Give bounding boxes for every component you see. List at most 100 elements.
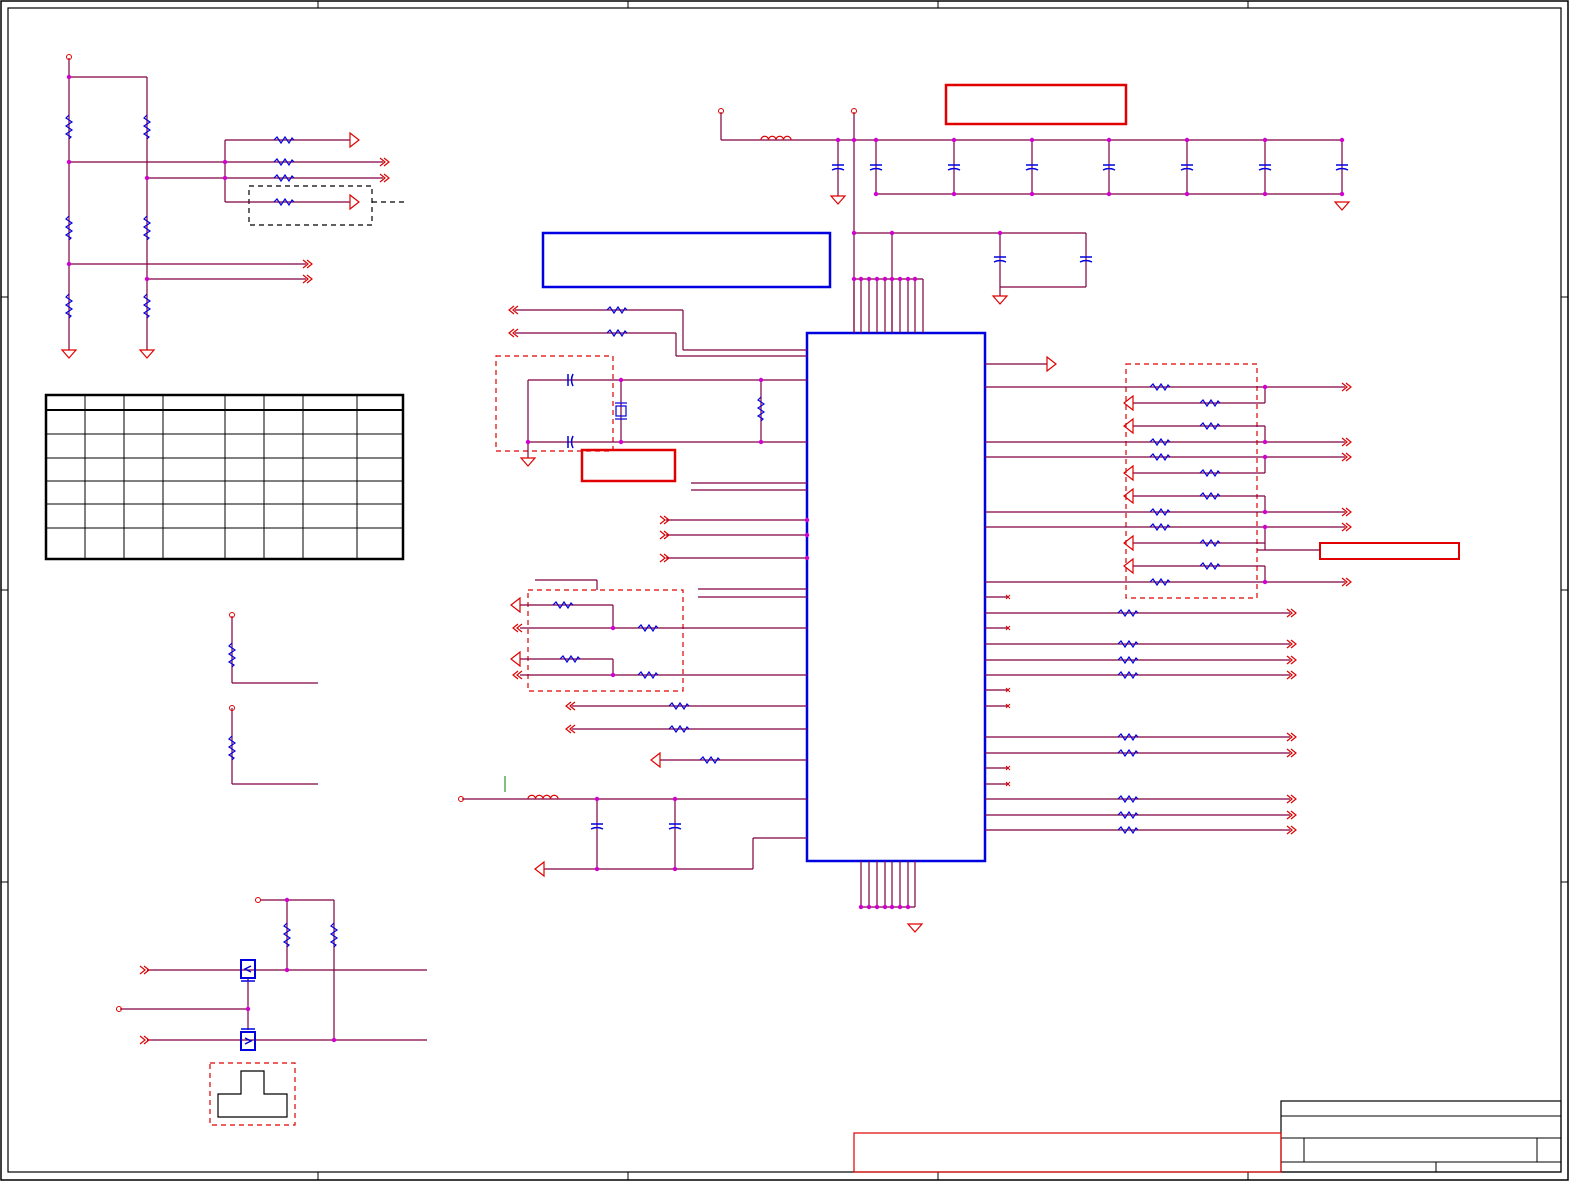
option-region-right <box>1125 363 1258 599</box>
junction-dot <box>866 904 872 910</box>
ground-icon <box>906 923 924 933</box>
junction-dot <box>997 230 1003 236</box>
net-arrow-icon <box>349 193 360 211</box>
ground-icon <box>1333 201 1351 211</box>
junction-dot <box>1184 137 1190 143</box>
power-port-icon <box>255 897 261 903</box>
junction-dot <box>804 517 810 523</box>
components-layer <box>60 54 1352 1051</box>
net-arrow-icon <box>510 596 521 614</box>
note-box-right <box>1319 542 1460 560</box>
junction-dot <box>1262 191 1268 197</box>
junction-dot <box>882 904 888 910</box>
net-arrow-icon <box>1123 487 1134 505</box>
net-arrow-icon <box>510 650 521 668</box>
junction-dot <box>866 276 872 282</box>
ic-right-nets <box>985 363 1345 831</box>
junction-dot <box>951 191 957 197</box>
ground-icon <box>60 349 78 359</box>
junction-dot <box>284 897 290 903</box>
pullup-sections <box>231 616 318 785</box>
junction-dot <box>758 377 764 383</box>
junction-dot <box>610 672 616 678</box>
junction-dot <box>594 866 600 872</box>
net-arrow-icon <box>650 751 661 769</box>
crystal-region <box>495 355 614 452</box>
ground-icon <box>138 349 156 359</box>
main-ic <box>805 331 987 863</box>
junction-dot <box>874 904 880 910</box>
footprint-outline <box>217 1070 288 1118</box>
junction-dot <box>851 230 857 236</box>
junction-dot <box>804 555 810 561</box>
junction-dot <box>245 1006 251 1012</box>
junction-dot <box>889 230 895 236</box>
net-arrow-icon <box>1123 557 1134 575</box>
junction-dot <box>66 74 72 80</box>
junction-dot <box>222 159 228 165</box>
junction-dot <box>858 276 864 282</box>
ground-icon <box>829 195 847 205</box>
net-arrow-icon <box>349 131 360 149</box>
junction-dot <box>1262 509 1268 515</box>
junction-dot <box>1262 579 1268 585</box>
junction-dot <box>1262 454 1268 460</box>
junction-dot <box>331 1037 337 1043</box>
junction-dot <box>897 904 903 910</box>
junction-dot <box>873 191 879 197</box>
schematic-canvas <box>0 0 1569 1181</box>
junction-dot <box>525 439 531 445</box>
revision-note-box <box>853 1132 1282 1173</box>
ic-bottom-pins <box>860 861 916 908</box>
junction-dot <box>882 276 888 282</box>
junction-dot <box>889 276 895 282</box>
title-block <box>853 1100 1562 1173</box>
junction-dot <box>758 439 764 445</box>
net-arrow-icon <box>1046 355 1057 373</box>
junction-dot <box>905 276 911 282</box>
net-arrow-icon <box>1123 534 1134 552</box>
junction-dot <box>858 904 864 910</box>
level-shifter <box>120 899 427 1041</box>
ic-top-pins <box>853 278 924 333</box>
net-arrow-icon <box>1123 464 1134 482</box>
junction-dot <box>874 276 880 282</box>
junction-dot <box>618 439 624 445</box>
junction-dot <box>672 796 678 802</box>
junction-dot <box>1184 191 1190 197</box>
junction-dot <box>1339 137 1345 143</box>
junction-dot <box>618 377 624 383</box>
note-box-crystal <box>580 448 677 483</box>
config-table <box>44 393 405 561</box>
ground-icon <box>519 457 537 467</box>
junction-dot <box>897 276 903 282</box>
net-arrow-icon <box>534 860 545 878</box>
junction-dot <box>144 276 150 282</box>
junction-dot <box>951 137 957 143</box>
note-box-blue <box>541 231 832 289</box>
junction-dot <box>1262 524 1268 530</box>
junction-dot <box>851 137 857 143</box>
ground-icon <box>991 295 1009 305</box>
junction-dot <box>222 175 228 181</box>
junction-dot <box>1262 384 1268 390</box>
junction-dot <box>672 866 678 872</box>
junction-dot <box>66 261 72 267</box>
junction-dot <box>835 137 841 143</box>
junction-dot <box>804 532 810 538</box>
junction-dot <box>1029 137 1035 143</box>
junction-dot <box>144 175 150 181</box>
junction-dot <box>284 967 290 973</box>
junction-dot <box>889 904 895 910</box>
note-box-top <box>944 83 1128 126</box>
junction-dot <box>905 904 911 910</box>
strap-network <box>68 58 383 350</box>
junction-dot <box>594 796 600 802</box>
junction-dot <box>1106 137 1112 143</box>
junction-dot <box>1262 137 1268 143</box>
junction-dot <box>1262 439 1268 445</box>
net-arrow-icon <box>1123 394 1134 412</box>
junction-dot <box>912 276 918 282</box>
junction-dot <box>873 137 879 143</box>
junction-dot <box>851 276 857 282</box>
